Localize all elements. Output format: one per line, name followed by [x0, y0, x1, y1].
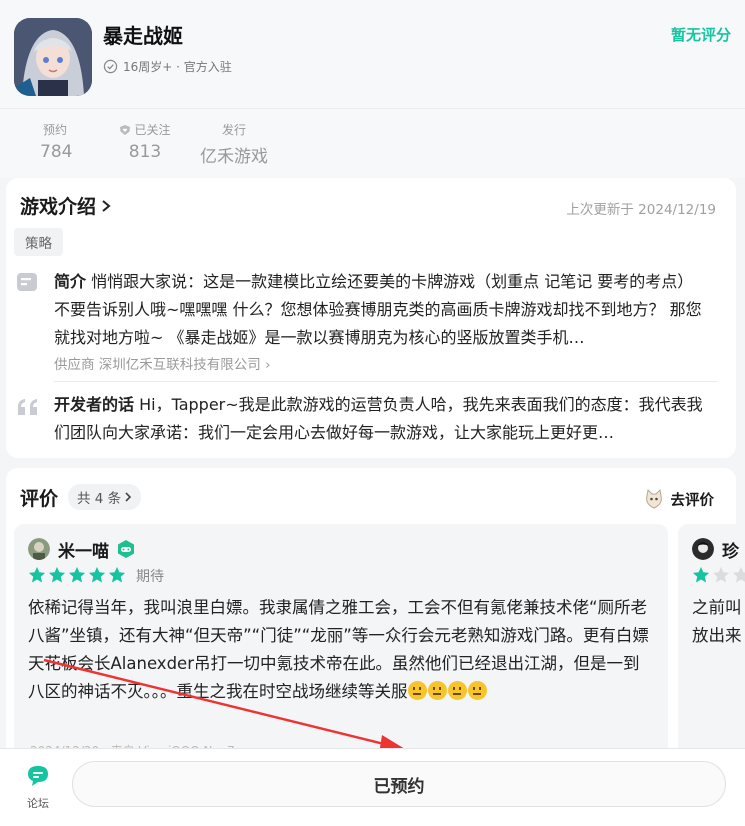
chevron-right-icon	[102, 199, 111, 212]
app-meta: 16周岁+ · 官方入驻	[103, 58, 232, 75]
stat-reservations-label: 预约	[42, 123, 67, 137]
star-rating	[692, 566, 745, 584]
review-text-body: 依稀记得当年，我叫浪里白嫖。我隶属倩之雅工会，工会不但有氪佬兼技术佬“厕所老八酱…	[28, 598, 649, 701]
review-mood-tag: 期待	[136, 569, 164, 585]
avatar[interactable]	[28, 538, 50, 560]
reviews-title: 评价	[20, 488, 59, 510]
summary-label: 简介	[54, 272, 87, 291]
star-rating	[28, 566, 126, 584]
age-official-label: 16周岁+ · 官方入驻	[123, 60, 232, 74]
developer-note-block[interactable]: 开发者的话 Hi，Tapper~我是此款游戏的运营负责人哈，我先来表面我们的态度…	[54, 391, 714, 447]
stat-reservations: 预约 784	[40, 121, 73, 162]
write-review-button[interactable]: 去评价	[643, 488, 715, 510]
emoji-icon	[407, 681, 427, 700]
stat-publisher-value: 亿禾游戏	[200, 147, 268, 167]
app-detail-page: 暴走战姬 16周岁+ · 官方入驻 暂无评分 预约 784 已关注 813 发行…	[0, 0, 745, 826]
star-filled-icon	[88, 566, 106, 583]
write-review-label: 去评价	[670, 492, 715, 509]
reserved-button[interactable]: 已预约	[72, 761, 726, 807]
quote-icon	[18, 399, 37, 415]
reviews-card: 评价 共 4 条 去评价 米一喵 期待 依稀记得当年，我叫浪里白嫖。我隶属倩之雅…	[6, 468, 745, 774]
stat-reservations-value: 784	[40, 142, 73, 162]
stat-publisher-label: 发行	[221, 123, 246, 137]
star-filled-icon	[68, 566, 86, 583]
emoji-icon	[467, 681, 487, 700]
emoji-icon	[427, 681, 447, 700]
supplier-text: 供应商 深圳亿禾互联科技有限公司	[54, 357, 261, 373]
shield-heart-icon	[120, 124, 131, 135]
review-username[interactable]: 珍	[722, 537, 739, 562]
review-item[interactable]: 米一喵 期待 依稀记得当年，我叫浪里白嫖。我隶属倩之雅工会，工会不但有氪佬兼技术…	[14, 524, 668, 774]
app-title: 暴走战姬	[103, 24, 183, 48]
gamepad-badge-icon	[118, 540, 134, 558]
forum-label: 论坛	[27, 797, 49, 810]
review-item[interactable]: 珍 之前叫放出来	[678, 524, 745, 774]
game-intro-title: 游戏介绍	[20, 196, 97, 218]
game-intro-header[interactable]: 游戏介绍	[20, 192, 112, 219]
forum-chat-icon	[28, 766, 48, 786]
summary-icon	[17, 273, 37, 291]
star-filled-icon	[108, 566, 126, 583]
stat-publisher[interactable]: 发行 亿禾游戏	[198, 121, 270, 167]
chevron-right-small-icon: ›	[265, 357, 271, 373]
review-text[interactable]: 依稀记得当年，我叫浪里白嫖。我隶属倩之雅工会，工会不但有氪佬兼技术佬“厕所老八酱…	[28, 594, 652, 706]
rating-status: 暂无评分	[670, 26, 731, 44]
stat-followers[interactable]: 已关注 813	[118, 121, 172, 162]
forum-button[interactable]: 论坛	[22, 763, 54, 811]
emoji-icon	[447, 681, 467, 700]
review-count-chip[interactable]: 共 4 条	[68, 484, 142, 510]
developer-note-label: 开发者的话	[54, 395, 135, 414]
divider	[54, 381, 718, 382]
stats-bar: 预约 784 已关注 813 发行 亿禾游戏	[0, 108, 745, 178]
review-count: 共 4 条	[77, 491, 122, 507]
chevron-right-icon	[125, 492, 132, 502]
summary-text-block[interactable]: 简介 悄悄跟大家说：这是一款建模比立绘还要美的卡牌游戏（划重点 记笔记 要考的考…	[54, 268, 714, 352]
app-icon[interactable]	[14, 18, 92, 96]
star-filled-icon	[48, 566, 66, 583]
game-intro-card: 游戏介绍 上次更新于 2024/12/19 策略 简介 悄悄跟大家说：这是一款建…	[6, 178, 736, 458]
star-filled-icon	[28, 566, 46, 583]
star-filled-icon	[692, 566, 710, 583]
star-empty-icon	[712, 566, 730, 583]
developer-note-text: Hi，Tapper~我是此款游戏的运营负责人哈，我先来表面我们的态度：我代表我们…	[54, 395, 703, 442]
summary-text: 悄悄跟大家说：这是一款建模比立绘还要美的卡牌游戏（划重点 记笔记 要考的考点） …	[54, 272, 702, 347]
stat-followers-label: 已关注	[134, 123, 171, 137]
supplier-link[interactable]: 供应商 深圳亿禾互联科技有限公司 ›	[54, 353, 271, 373]
app-header: 暴走战姬 16周岁+ · 官方入驻 暂无评分	[0, 0, 745, 108]
review-username[interactable]: 米一喵	[58, 537, 109, 562]
review-text[interactable]: 之前叫放出来	[692, 594, 745, 650]
last-updated: 上次更新于 2024/12/19	[566, 202, 716, 218]
star-empty-icon	[732, 566, 745, 583]
stat-followers-value: 813	[128, 142, 162, 162]
bottom-action-bar: 论坛 已预约	[0, 748, 745, 826]
cat-mascot-icon	[645, 488, 662, 509]
avatar[interactable]	[692, 538, 714, 560]
verified-check-icon	[103, 59, 118, 74]
genre-tag[interactable]: 策略	[14, 228, 63, 256]
